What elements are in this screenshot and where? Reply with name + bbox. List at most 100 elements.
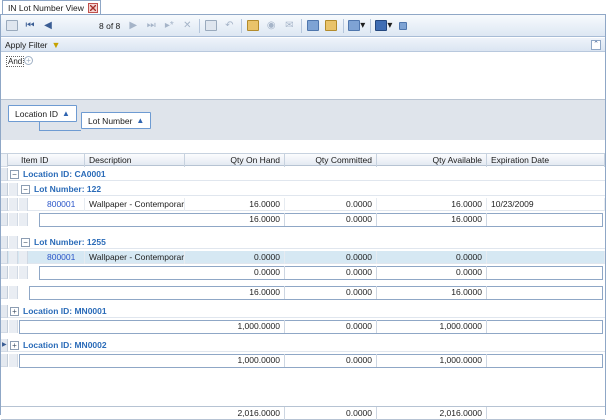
- pager-text: 8 of 8: [99, 20, 121, 31]
- group-title: Location ID: MN0001: [23, 306, 107, 316]
- funnel-icon[interactable]: ▼: [52, 40, 61, 50]
- row-selector[interactable]: [1, 183, 8, 196]
- description-cell: Wallpaper - Contemporary: [85, 251, 185, 264]
- expand-group-icon[interactable]: +: [10, 341, 19, 350]
- group-title: Lot Number: 122: [34, 184, 102, 194]
- expand-group-icon[interactable]: +: [10, 307, 19, 316]
- collapse-group-icon[interactable]: −: [10, 170, 19, 179]
- summary-qty-committed: 0.0000: [285, 320, 377, 333]
- group-row-location[interactable]: + Location ID: MN0001: [1, 305, 605, 318]
- location-summary-row: 16.0000 0.0000 16.0000: [1, 286, 605, 300]
- filter-header[interactable]: Apply Filter ▼ ⌃: [1, 38, 605, 52]
- location-summary-row: 1,000.0000 0.0000 1,000.0000: [1, 320, 605, 334]
- row-selector[interactable]: [1, 266, 8, 279]
- row-selector[interactable]: [1, 305, 8, 318]
- last-record-icon[interactable]: ⏭: [144, 18, 158, 34]
- table-row[interactable]: 800001 Wallpaper - Contemporary 16.0000 …: [1, 198, 605, 211]
- group-title: Lot Number: 1255: [34, 237, 106, 247]
- row-selector[interactable]: [1, 198, 8, 211]
- group-chip-label: Lot Number: [88, 115, 133, 126]
- summary-qty-available: 0.0000: [377, 266, 487, 279]
- row-selector[interactable]: [1, 320, 8, 333]
- lot-summary-row: 16.0000 0.0000 16.0000: [1, 213, 605, 227]
- summary-qty-on-hand: 0.0000: [185, 266, 285, 279]
- grid-header: Item ID Description Qty On Hand Qty Comm…: [1, 153, 605, 167]
- row-selector[interactable]: ▶: [1, 339, 8, 352]
- row-selector[interactable]: [1, 286, 8, 299]
- previous-record-icon[interactable]: ◀: [41, 18, 55, 34]
- row-selector[interactable]: [1, 236, 8, 249]
- indent-bar: [9, 286, 18, 299]
- collapse-icon[interactable]: ⌃: [591, 40, 601, 50]
- indent-bar: [9, 198, 18, 211]
- summary-qty-committed: 0.0000: [285, 354, 377, 367]
- paste-icon[interactable]: [324, 18, 338, 34]
- expiration-date-cell: [487, 251, 605, 264]
- options-icon[interactable]: [396, 18, 410, 34]
- indent-bar: [19, 266, 28, 279]
- summary-qty-available: 1,000.0000: [377, 320, 487, 333]
- column-header-expiration-date[interactable]: Expiration Date: [487, 154, 605, 167]
- qty-available-cell: 0.0000: [377, 251, 487, 264]
- indent-bar: [9, 213, 18, 226]
- indent-bar: [9, 236, 18, 249]
- summary-qty-on-hand: 1,000.0000: [185, 354, 285, 367]
- summary-qty-committed: 0.0000: [285, 286, 377, 299]
- find-icon[interactable]: [246, 18, 260, 34]
- table-row-selected[interactable]: 800001 Wallpaper - Contemporary 0.0000 0…: [1, 251, 605, 264]
- next-record-icon[interactable]: ▶: [126, 18, 140, 34]
- copy-icon[interactable]: [204, 18, 218, 34]
- first-record-icon[interactable]: ⏮: [23, 18, 37, 34]
- tab-title: IN Lot Number View: [8, 2, 84, 13]
- export-icon[interactable]: ▾: [348, 18, 365, 34]
- close-icon[interactable]: [87, 2, 98, 13]
- save-icon[interactable]: [5, 18, 19, 34]
- data-grid: Item ID Description Qty On Hand Qty Comm…: [1, 140, 605, 420]
- delete-icon[interactable]: ✕: [180, 18, 194, 34]
- row-selector[interactable]: [1, 213, 8, 226]
- group-row-lot[interactable]: − Lot Number: 122: [1, 183, 605, 196]
- tab-in-lot-number-view[interactable]: IN Lot Number View: [2, 0, 101, 14]
- indent-bar: [9, 183, 18, 196]
- indent-bar: [19, 213, 28, 226]
- row-selector[interactable]: [1, 354, 8, 367]
- group-title: Location ID: MN0002: [23, 340, 107, 350]
- total-qty-committed: 0.0000: [285, 407, 377, 420]
- group-row-location-current[interactable]: ▶ + Location ID: MN0002: [1, 339, 605, 352]
- row-selector[interactable]: [1, 168, 8, 181]
- sort-ascending-icon: ▲: [136, 116, 145, 125]
- column-header-description[interactable]: Description: [85, 154, 185, 167]
- column-header-qty-available[interactable]: Qty Available: [377, 154, 487, 167]
- group-row-lot[interactable]: − Lot Number: 1255: [1, 236, 605, 249]
- column-header-qty-committed[interactable]: Qty Committed: [285, 154, 377, 167]
- insert-icon[interactable]: ▸*: [162, 18, 176, 34]
- layout-icon[interactable]: ▾: [375, 18, 392, 34]
- copy-clipboard-icon[interactable]: [306, 18, 320, 34]
- qty-on-hand-cell: 16.0000: [185, 198, 285, 211]
- group-row-location[interactable]: − Location ID: CA0001: [1, 168, 605, 181]
- toolbar-separator: [343, 18, 345, 33]
- indent-bar: [19, 251, 28, 264]
- item-id-link[interactable]: 800001: [43, 198, 85, 211]
- add-condition-icon[interactable]: +: [24, 56, 33, 65]
- qty-on-hand-cell: 0.0000: [185, 251, 285, 264]
- column-header-item-id[interactable]: Item ID: [17, 154, 85, 167]
- undo-icon[interactable]: ↶: [222, 18, 236, 34]
- summary-qty-committed: 0.0000: [285, 266, 377, 279]
- column-header-qty-on-hand[interactable]: Qty On Hand: [185, 154, 285, 167]
- group-chip-lot-number[interactable]: Lot Number ▲: [81, 112, 152, 129]
- row-selector[interactable]: [1, 251, 8, 264]
- summary-qty-committed: 0.0000: [285, 213, 377, 226]
- item-id-link[interactable]: 800001: [43, 251, 85, 264]
- current-row-icon: ▶: [2, 342, 7, 348]
- qty-committed-cell: 0.0000: [285, 198, 377, 211]
- group-chip-location-id[interactable]: Location ID ▲: [8, 105, 77, 122]
- grand-total-row: 2,016.0000 0.0000 2,016.0000: [1, 406, 605, 420]
- collapse-group-icon[interactable]: −: [21, 238, 30, 247]
- and-operator[interactable]: And: [6, 56, 25, 67]
- collapse-group-icon[interactable]: −: [21, 185, 30, 194]
- record-icon[interactable]: ◉: [264, 18, 278, 34]
- indent-bar: [9, 354, 18, 367]
- mail-icon[interactable]: ✉: [282, 18, 296, 34]
- summary-qty-on-hand: 16.0000: [185, 286, 285, 299]
